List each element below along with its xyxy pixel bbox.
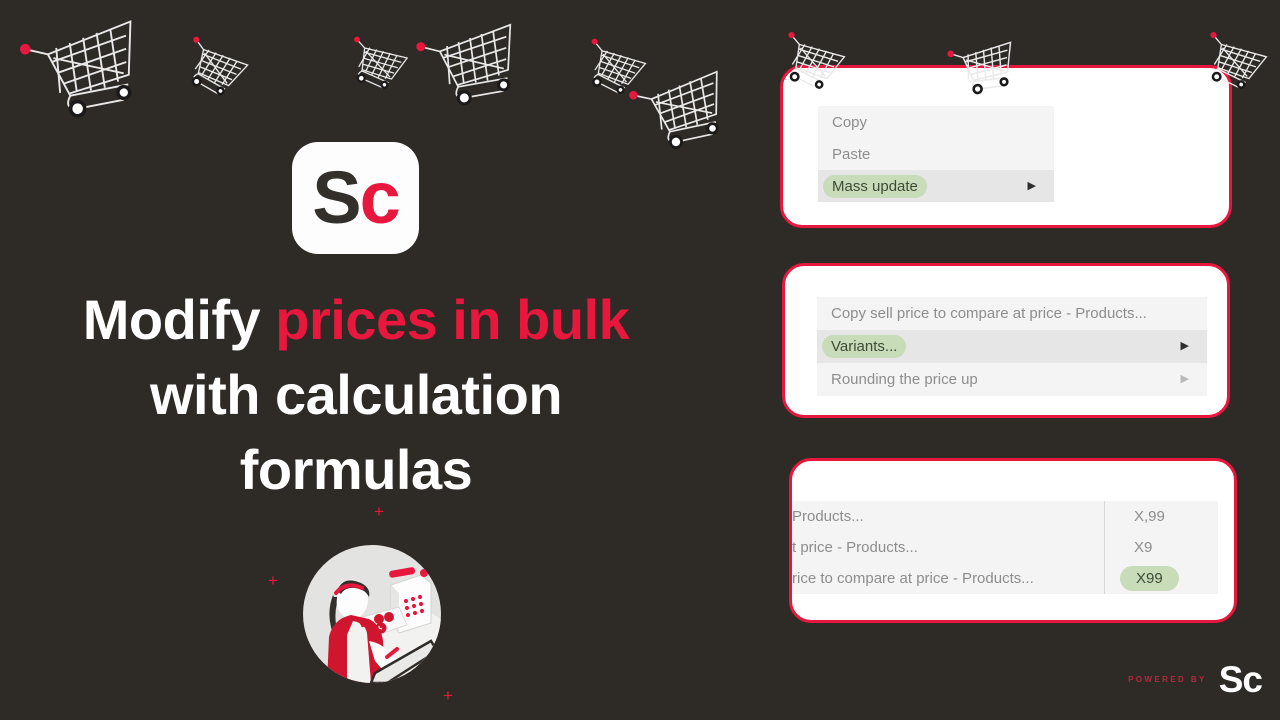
- table-row-selected[interactable]: X99: [1105, 563, 1218, 594]
- rounding-options-panel[interactable]: Products... t price - Products... rice t…: [789, 458, 1237, 623]
- mass-update-submenu-panel[interactable]: Copy sell price to compare at price - Pr…: [782, 263, 1230, 418]
- menu-item-label: Copy: [832, 113, 868, 131]
- table-row[interactable]: rice to compare at price - Products...: [792, 563, 1104, 594]
- rounding-options-table[interactable]: Products... t price - Products... rice t…: [792, 501, 1218, 594]
- poster-canvas: Sc Modify prices in bulk with calculatio…: [0, 0, 1280, 720]
- app-logo-badge: Sc: [292, 142, 419, 254]
- table-row[interactable]: X9: [1105, 532, 1218, 563]
- menu-item-label: Mass update: [823, 174, 927, 198]
- wordmark-letter-s: S: [1218, 659, 1244, 700]
- menu-item-label: Rounding the price up: [831, 371, 978, 388]
- cart-doodle-8: [947, 34, 1022, 96]
- menu-item-copy[interactable]: Copy: [818, 106, 1054, 138]
- powered-by-label: POWERED BY: [1128, 675, 1207, 684]
- sc-wordmark: Sc: [1218, 659, 1263, 700]
- row-label: Products...: [792, 508, 864, 525]
- row-value: X99: [1120, 566, 1179, 591]
- headline-accent: prices in bulk: [275, 288, 630, 351]
- chevron-right-icon: ▶: [1027, 179, 1036, 192]
- cart-doodle-4: [414, 12, 531, 111]
- table-row[interactable]: X,99: [1105, 501, 1218, 532]
- menu-item-label: Variants...: [822, 335, 907, 358]
- logo-letter-c: c: [359, 156, 401, 239]
- rounding-options-right-column: X,99 X9 X99: [1105, 501, 1218, 594]
- headline-line-2: with calculation: [149, 363, 563, 427]
- illustration-circle: [303, 545, 441, 683]
- cart-doodle-1: [17, 6, 156, 124]
- row-label: rice to compare at price - Products...: [792, 570, 1034, 587]
- row-label: t price - Products...: [792, 539, 918, 556]
- cashier-illustration: [303, 545, 441, 683]
- submenu-list[interactable]: Copy sell price to compare at price - Pr…: [817, 297, 1207, 396]
- submenu-item-copy-sell-price[interactable]: Copy sell price to compare at price - Pr…: [817, 297, 1207, 330]
- menu-item-mass-update[interactable]: Mass update ▶: [818, 170, 1054, 202]
- menu-item-paste[interactable]: Paste: [818, 138, 1054, 170]
- cart-doodle-2: [174, 29, 255, 105]
- powered-by-footer: POWERED BY Sc: [1128, 659, 1263, 700]
- table-row[interactable]: Products...: [792, 501, 1104, 532]
- chevron-right-icon: ▶: [1180, 373, 1189, 385]
- headline-plain: Modify: [82, 288, 276, 351]
- sc-logo-mark: Sc: [312, 161, 401, 235]
- submenu-item-rounding[interactable]: Rounding the price up ▶: [817, 363, 1207, 396]
- plus-mark-bottom: +: [443, 686, 453, 705]
- wordmark-letter-c: c: [1242, 659, 1263, 700]
- rounding-options-left-column: Products... t price - Products... rice t…: [792, 501, 1105, 594]
- submenu-item-variants[interactable]: Variants... ▶: [817, 330, 1207, 363]
- headline-line-1: Modify prices in bulk: [0, 282, 712, 357]
- table-row[interactable]: t price - Products...: [792, 532, 1104, 563]
- logo-letter-s: S: [312, 156, 361, 239]
- row-value: X9: [1134, 539, 1153, 556]
- menu-item-label: Copy sell price to compare at price - Pr…: [831, 305, 1147, 322]
- cart-doodle-3: [340, 29, 414, 97]
- row-value: X,99: [1134, 508, 1165, 525]
- plus-mark-left: +: [268, 571, 278, 590]
- chevron-right-icon: ▶: [1180, 340, 1189, 352]
- headline-line-3: formulas: [239, 438, 473, 502]
- context-menu-list[interactable]: Copy Paste Mass update ▶: [818, 106, 1054, 202]
- plus-mark-top: +: [374, 502, 384, 521]
- page-title: Modify prices in bulk with calculation f…: [0, 282, 712, 507]
- menu-item-label: Paste: [832, 145, 871, 163]
